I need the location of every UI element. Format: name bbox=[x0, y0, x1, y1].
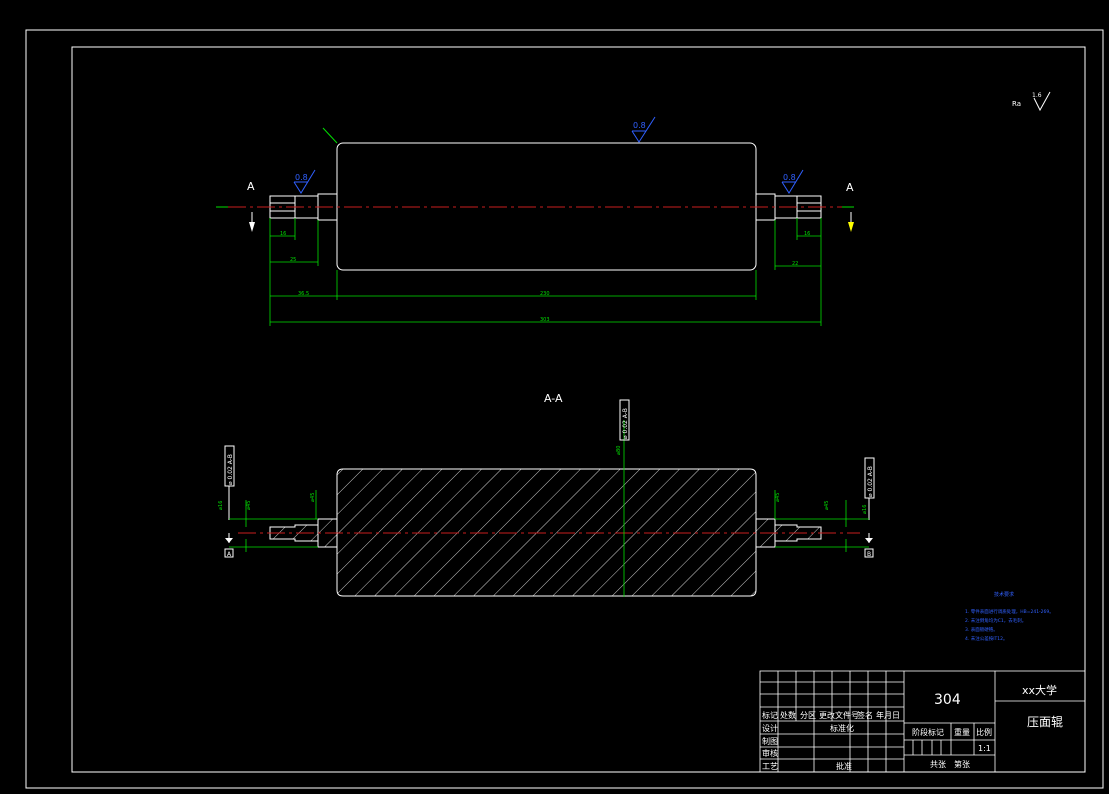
svg-text:0.8: 0.8 bbox=[633, 121, 646, 130]
dia-left-end: ⌀16 bbox=[218, 501, 224, 510]
standardize: 标准化 bbox=[830, 723, 854, 733]
sheet: 第张 bbox=[954, 759, 970, 769]
role-draw: 制图 bbox=[762, 736, 778, 746]
technical-notes: 技术要求 1. 零件表面进行调质处理，HB=241-269。 2. 未注倒角均为… bbox=[965, 591, 1054, 642]
roughness-main: 0.8 bbox=[631, 116, 656, 143]
svg-text:⌀ 0.02 A-B: ⌀ 0.02 A-B bbox=[867, 466, 874, 497]
notes-title: 技术要求 bbox=[994, 591, 1014, 598]
outer-frame bbox=[25, 29, 1104, 789]
tolerance-frame-left: ⌀ 0.02 A-B bbox=[224, 445, 235, 520]
role-process: 工艺 bbox=[762, 762, 778, 771]
header-count: 处数 bbox=[780, 710, 796, 720]
school-name: xx大学 bbox=[1022, 683, 1057, 697]
dim-body-length: 230 bbox=[540, 291, 550, 297]
roughness-shaft-left: 0.8 bbox=[293, 169, 316, 194]
dia-right-shaft: ⌀45 bbox=[824, 501, 830, 510]
svg-text:1.6: 1.6 bbox=[1032, 92, 1042, 99]
svg-text:0.8: 0.8 bbox=[783, 173, 796, 182]
dim-overall-length: 303 bbox=[540, 317, 550, 323]
dim-left-small: 16 bbox=[280, 231, 286, 237]
role-check: 审核 bbox=[762, 748, 778, 758]
note-2: 2. 未注倒角均为C1，去毛刺。 bbox=[965, 617, 1026, 624]
role-design: 设计 bbox=[762, 723, 778, 733]
scale-value: 1:1 bbox=[978, 744, 991, 753]
material: 304 bbox=[934, 692, 961, 708]
header-sign: 签名 bbox=[857, 710, 873, 720]
header-date: 年月日 bbox=[876, 710, 900, 720]
note-4: 4. 未注公差按IT12。 bbox=[965, 635, 1008, 642]
datum-right: B bbox=[864, 533, 874, 558]
dimension-lines bbox=[269, 218, 822, 326]
section-mark-left: A bbox=[247, 180, 255, 193]
dia-left-shaft: ⌀45 bbox=[246, 501, 252, 510]
front-view: A A 0.8 0.8 0.8 16 25 36.5 230 303 16 22 bbox=[216, 116, 854, 326]
inner-frame bbox=[71, 46, 1086, 773]
datum-left: A bbox=[224, 533, 234, 558]
note-3: 3. 表面镀硬铬。 bbox=[965, 626, 998, 633]
cad-drawing: Ra 1.6 A A 0.8 0.8 0.8 16 25 36.5 230 30… bbox=[25, 29, 1104, 789]
dia-right-end: ⌀16 bbox=[862, 505, 868, 514]
header-zone: 分区 bbox=[800, 711, 816, 720]
general-roughness-symbol: Ra 1.6 bbox=[1012, 91, 1051, 112]
scale-label: 比例 bbox=[976, 727, 992, 737]
sheets: 共张 bbox=[930, 760, 946, 769]
weight-label: 重量 bbox=[954, 727, 970, 737]
dim-right-shaft: 22 bbox=[792, 261, 798, 267]
approve: 批准 bbox=[836, 761, 852, 771]
note-1: 1. 零件表面进行调质处理，HB=241-269。 bbox=[965, 608, 1054, 615]
section-view-title: A-A bbox=[544, 392, 563, 405]
dim-right-small: 16 bbox=[804, 231, 810, 237]
dia-right-shaft-inner: ⌀45 bbox=[775, 493, 781, 502]
dim-left-offset: 36.5 bbox=[298, 291, 309, 297]
section-mark-right: A bbox=[846, 181, 854, 194]
svg-text:⌀ 0.02 A-B: ⌀ 0.02 A-B bbox=[227, 454, 234, 485]
svg-text:B: B bbox=[867, 551, 871, 558]
roughness-shaft-right: 0.8 bbox=[781, 169, 804, 194]
section-view: ⌀ 0.02 A-B ⌀ 0.02 A-B ⌀ 0.02 A-B A B ⌀80… bbox=[218, 399, 875, 597]
dia-body: ⌀80 bbox=[616, 446, 622, 455]
svg-text:⌀ 0.02 A-B: ⌀ 0.02 A-B bbox=[622, 408, 629, 439]
svg-text:Ra: Ra bbox=[1012, 100, 1021, 108]
stage-mark: 阶段标记 bbox=[912, 727, 944, 737]
dia-left-shaft-inner: ⌀45 bbox=[310, 493, 316, 502]
part-name: 压面辊 bbox=[1027, 715, 1063, 729]
tolerance-frame-center: ⌀ 0.02 A-B bbox=[619, 399, 630, 441]
svg-text:0.8: 0.8 bbox=[295, 173, 308, 182]
dim-left-shaft: 25 bbox=[290, 257, 296, 263]
header-doc: 更改文件号 bbox=[819, 710, 859, 720]
header-mark: 标记 bbox=[762, 710, 778, 720]
